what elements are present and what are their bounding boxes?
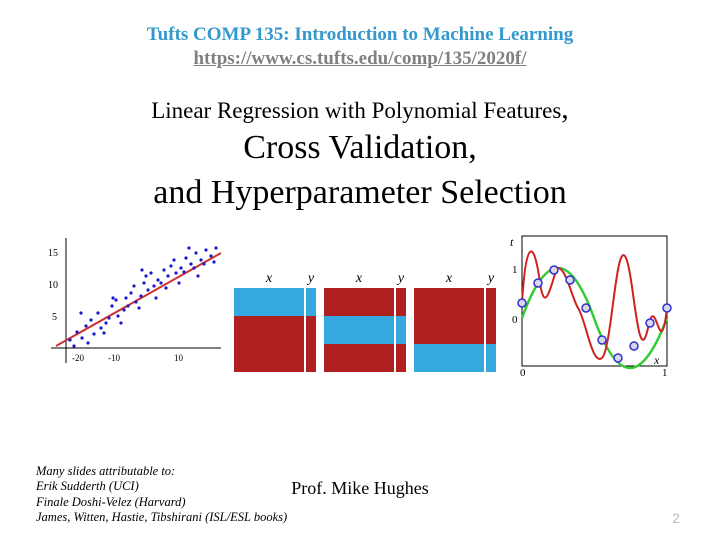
cv-x-label: x	[324, 271, 394, 287]
svg-text:0: 0	[520, 367, 526, 378]
course-title: Tufts COMP 135: Introduction to Machine …	[36, 24, 684, 46]
cv-y-label: y	[396, 271, 406, 287]
cv-x-label: x	[234, 271, 304, 287]
svg-text:0: 0	[512, 314, 518, 326]
figures-row: 15 10 5 -20 -10 10	[36, 218, 684, 378]
page-number: 2	[672, 510, 680, 526]
svg-text:t: t	[510, 235, 514, 249]
subtitle: Linear Regression with Polynomial Featur…	[36, 92, 684, 126]
credit-3: James, Witten, Hastie, Tibshirani (ISL/E…	[36, 510, 336, 526]
cv-fold-3: xy	[414, 271, 496, 372]
title-line-1: Cross Validation,	[36, 128, 684, 167]
cv-folds: xy xy xy	[234, 271, 496, 378]
svg-text:1: 1	[662, 367, 668, 378]
cv-fold-2: xy	[324, 271, 406, 372]
subtitle-comma: ,	[561, 92, 569, 125]
svg-text:15: 15	[48, 248, 58, 259]
svg-text:-20: -20	[72, 353, 84, 363]
course-url[interactable]: https://www.cs.tufts.edu/comp/135/2020f/	[36, 48, 684, 70]
subtitle-text: Linear Regression with Polynomial Featur…	[151, 98, 561, 123]
svg-text:5: 5	[52, 312, 57, 323]
cv-y-label: y	[306, 271, 316, 287]
svg-text:10: 10	[174, 353, 184, 363]
title-line-2: and Hyperparameter Selection	[36, 173, 684, 212]
svg-text:-10: -10	[108, 353, 120, 363]
cv-y-label: y	[486, 271, 496, 287]
svg-text:1: 1	[512, 264, 518, 276]
professor-name: Prof. Mike Hughes	[36, 478, 684, 499]
cv-fold-1: xy	[234, 271, 316, 372]
svg-text:x: x	[653, 353, 660, 367]
scatter-plot: 15 10 5 -20 -10 10	[46, 228, 226, 378]
curve-plot: 1 0 0 1 x t	[504, 228, 674, 378]
cv-x-label: x	[414, 271, 484, 287]
svg-text:10: 10	[48, 280, 58, 291]
